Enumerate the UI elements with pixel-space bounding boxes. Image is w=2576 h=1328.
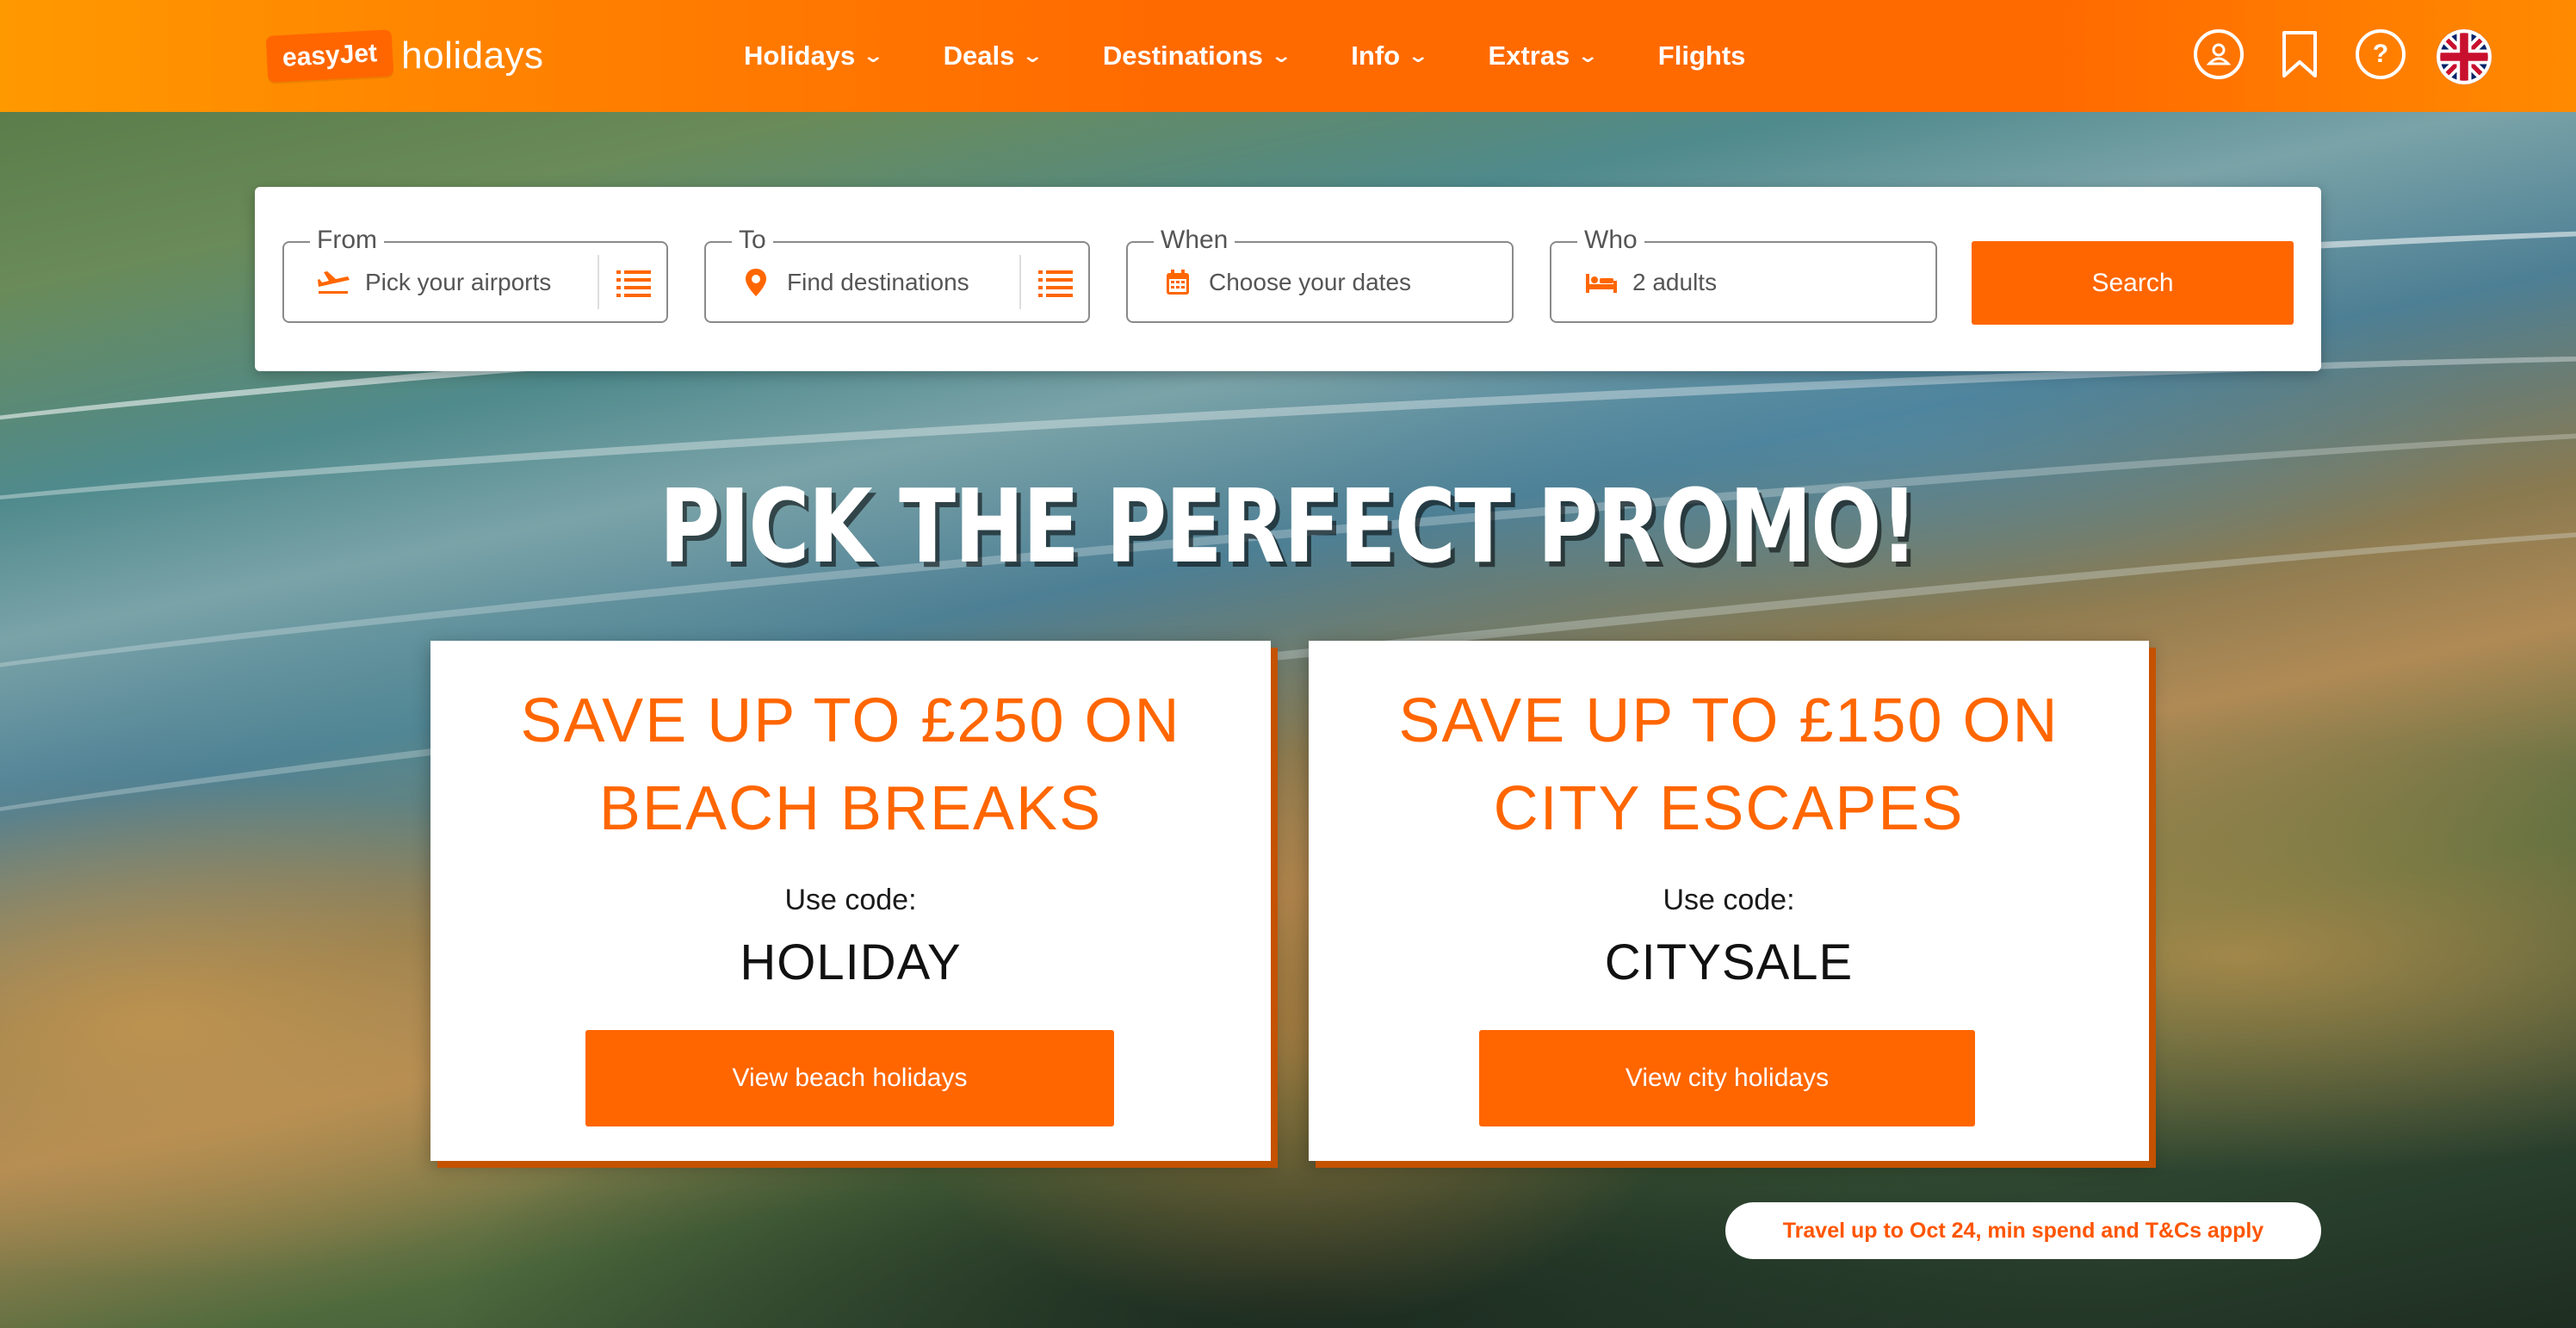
from-label: From	[310, 226, 384, 255]
bookmark-icon-glyph	[2282, 31, 2317, 78]
help-icon[interactable]: ?	[2356, 29, 2406, 79]
who-input[interactable]: 2 adults	[1632, 269, 1717, 296]
divider	[1019, 255, 1021, 309]
nav-label: Deals	[943, 40, 1015, 71]
terms-notice[interactable]: Travel up to Oct 24, min spend and T&Cs …	[1725, 1202, 2321, 1259]
nav-item-info[interactable]: Info ⌄	[1351, 40, 1430, 71]
when-input[interactable]: Choose your dates	[1209, 269, 1411, 296]
use-code-label: Use code:	[1663, 884, 1795, 916]
uk-flag-glyph	[2437, 29, 2492, 84]
when-label: When	[1154, 226, 1235, 255]
header-icons: ?	[2194, 29, 2492, 84]
search-button[interactable]: Search	[1972, 241, 2294, 325]
promo-card-beach: SAVE UP TO £250 ON BEACH BREAKS Use code…	[430, 641, 1271, 1161]
nav-label: Holidays	[744, 40, 856, 71]
uk-flag-icon[interactable]	[2437, 29, 2492, 84]
logo-text: holidays	[401, 34, 544, 77]
list-icon[interactable]	[616, 267, 651, 302]
from-input[interactable]: Pick your airports	[365, 269, 551, 296]
help-glyph: ?	[2372, 40, 2389, 68]
account-icon[interactable]	[2194, 29, 2244, 79]
chevron-down-icon: ⌄	[1576, 45, 1600, 66]
nav-item-flights[interactable]: Flights	[1658, 40, 1746, 71]
easyjet-holidays-logo[interactable]: easyJet holidays	[265, 29, 544, 83]
to-input[interactable]: Find destinations	[787, 269, 969, 296]
use-code-label: Use code:	[784, 884, 917, 916]
account-icon-glyph	[2206, 43, 2232, 65]
site-header: easyJet holidays Holidays ⌄ Deals ⌄ Dest…	[0, 0, 2576, 112]
promo-title-line: BEACH BREAKS	[598, 774, 1103, 843]
promo-title-line: SAVE UP TO £150 ON	[1398, 686, 2059, 755]
search-panel: From Pick your airports To Find destinat…	[255, 187, 2321, 371]
chevron-down-icon: ⌄	[1407, 45, 1430, 66]
view-city-holidays-button[interactable]: View city holidays	[1479, 1030, 1975, 1126]
calendar-icon	[1159, 269, 1197, 296]
promo-headline: PICK THE PERFECT PROMO!	[659, 467, 1918, 586]
plane-icon	[315, 270, 353, 295]
nav-item-extras[interactable]: Extras ⌄	[1488, 40, 1600, 71]
nav-label: Extras	[1488, 40, 1570, 71]
list-icon[interactable]	[1038, 267, 1073, 302]
nav-label: Flights	[1657, 40, 1746, 71]
promo-code: HOLIDAY	[740, 934, 962, 990]
chevron-down-icon: ⌄	[1021, 45, 1044, 66]
chevron-down-icon: ⌄	[1270, 45, 1292, 66]
promo-card-city: SAVE UP TO £150 ON CITY ESCAPES Use code…	[1309, 641, 2149, 1161]
view-beach-holidays-button[interactable]: View beach holidays	[585, 1030, 1114, 1126]
logo-mark: easyJet	[265, 29, 394, 83]
when-field[interactable]: When Choose your dates	[1126, 226, 1514, 323]
location-pin-icon	[737, 267, 775, 298]
to-field[interactable]: To Find destinations	[704, 226, 1090, 323]
who-label: Who	[1577, 226, 1644, 255]
bed-icon	[1582, 270, 1620, 295]
divider	[598, 255, 599, 309]
main-nav: Holidays ⌄ Deals ⌄ Destinations ⌄ Info ⌄…	[744, 0, 1807, 112]
to-label: To	[732, 226, 773, 255]
bookmark-icon[interactable]	[2275, 29, 2325, 79]
nav-item-destinations[interactable]: Destinations ⌄	[1102, 40, 1292, 71]
nav-item-deals[interactable]: Deals ⌄	[943, 40, 1044, 71]
from-field[interactable]: From Pick your airports	[282, 226, 668, 323]
promo-title-line: SAVE UP TO £250 ON	[520, 686, 1181, 755]
promo-code: CITYSALE	[1604, 934, 1854, 990]
promo-title-line: CITY ESCAPES	[1493, 774, 1965, 843]
promo-title: SAVE UP TO £250 ON BEACH BREAKS	[430, 677, 1271, 853]
nav-label: Destinations	[1102, 40, 1263, 71]
who-field[interactable]: Who 2 adults	[1550, 226, 1937, 323]
promo-title: SAVE UP TO £150 ON CITY ESCAPES	[1309, 677, 2149, 853]
nav-label: Info	[1351, 40, 1401, 71]
nav-item-holidays[interactable]: Holidays ⌄	[744, 40, 885, 71]
chevron-down-icon: ⌄	[862, 45, 885, 66]
